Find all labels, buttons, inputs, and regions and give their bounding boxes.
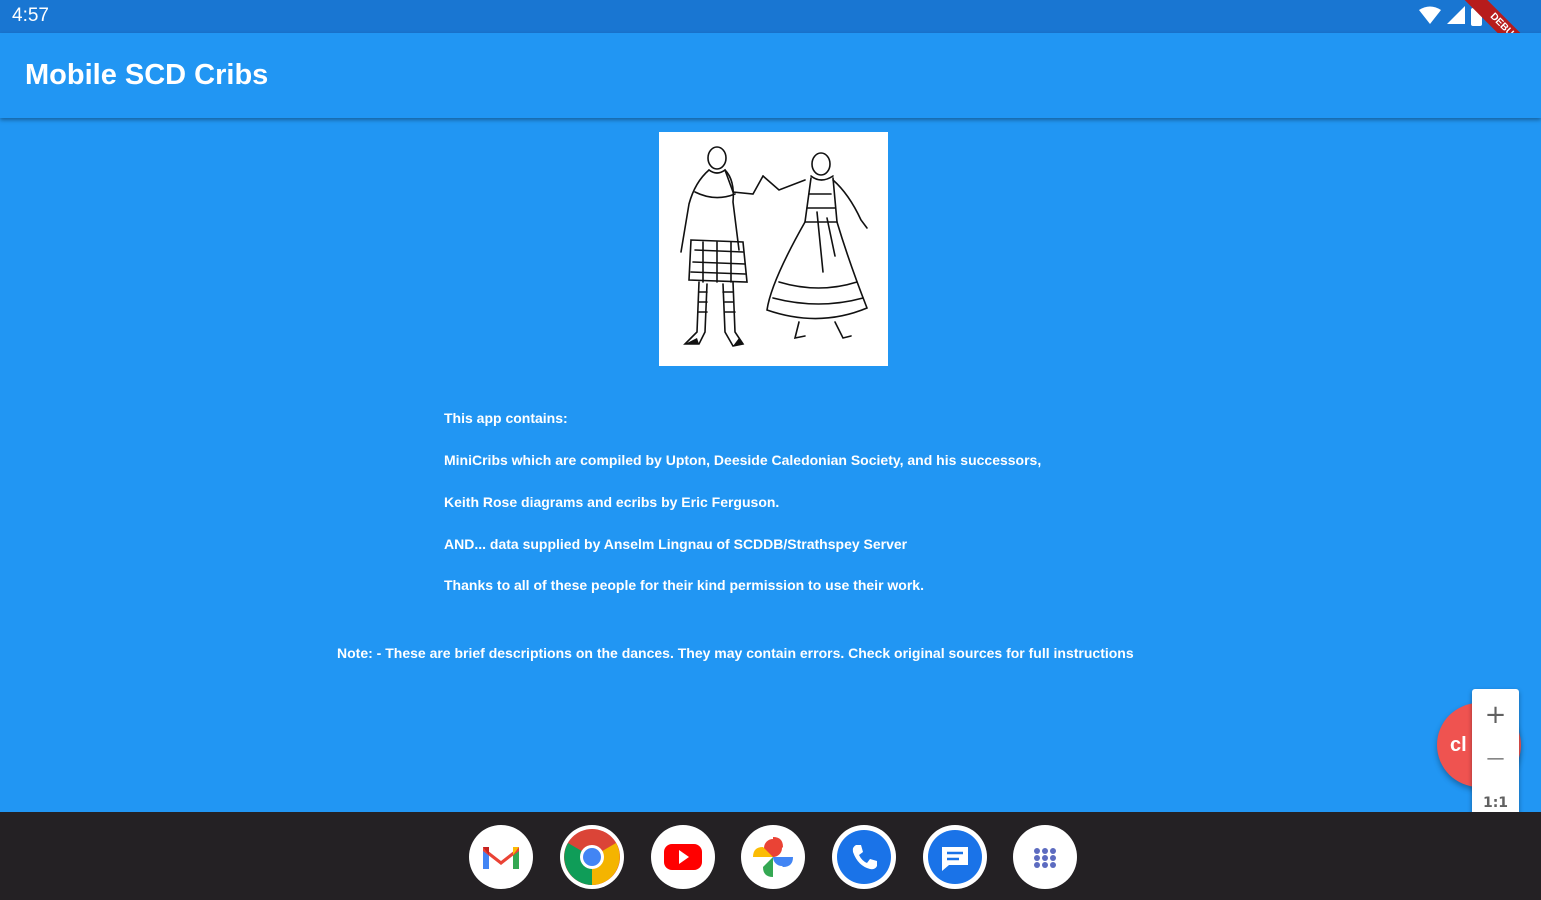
disclaimer-note: Note: - These are brief descriptions on … — [337, 645, 1134, 661]
gmail-icon — [483, 847, 519, 869]
photos-app-icon[interactable] — [741, 825, 805, 889]
fab-label: cl — [1450, 734, 1467, 756]
minicribs-line: MiniCribs which are compiled by Upton, D… — [444, 452, 1042, 468]
status-time: 4:57 — [12, 5, 49, 26]
phone-app-icon[interactable] — [832, 825, 896, 889]
app-bar: Mobile SCD Cribs — [0, 33, 1541, 118]
gmail-app-icon[interactable] — [469, 825, 533, 889]
chrome-icon — [564, 829, 620, 885]
chrome-app-icon[interactable] — [560, 825, 624, 889]
youtube-app-icon[interactable] — [651, 825, 715, 889]
zoom-in-button[interactable]: + — [1472, 693, 1519, 737]
wifi-icon — [1419, 6, 1441, 24]
status-bar: 4:57 DEBUG — [0, 0, 1541, 87]
youtube-icon — [664, 844, 702, 870]
messages-app-icon[interactable] — [923, 825, 987, 889]
app-drawer-icon[interactable] — [1013, 825, 1077, 889]
app-title: Mobile SCD Cribs — [25, 59, 269, 91]
dancers-drawing — [680, 146, 869, 347]
dancers-illustration — [659, 132, 888, 366]
minus-icon: — — [1486, 748, 1505, 769]
contains-heading: This app contains: — [444, 410, 568, 426]
photos-icon — [753, 837, 793, 877]
zoom-out-button[interactable]: — — [1472, 737, 1519, 781]
phone-icon — [837, 830, 891, 884]
thanks-line: Thanks to all of these people for their … — [444, 577, 924, 593]
messages-icon — [928, 830, 982, 884]
app-grid-icon — [1034, 848, 1056, 868]
keith-rose-line: Keith Rose diagrams and ecribs by Eric F… — [444, 494, 780, 510]
actual-size-label: 1:1 — [1482, 795, 1509, 811]
signal-icon — [1447, 6, 1465, 24]
taskbar — [0, 812, 1541, 900]
plus-icon: + — [1484, 700, 1507, 730]
scddb-line: AND... data supplied by Anselm Lingnau o… — [444, 536, 908, 552]
main-content: This app contains: MiniCribs which are c… — [0, 120, 1541, 812]
